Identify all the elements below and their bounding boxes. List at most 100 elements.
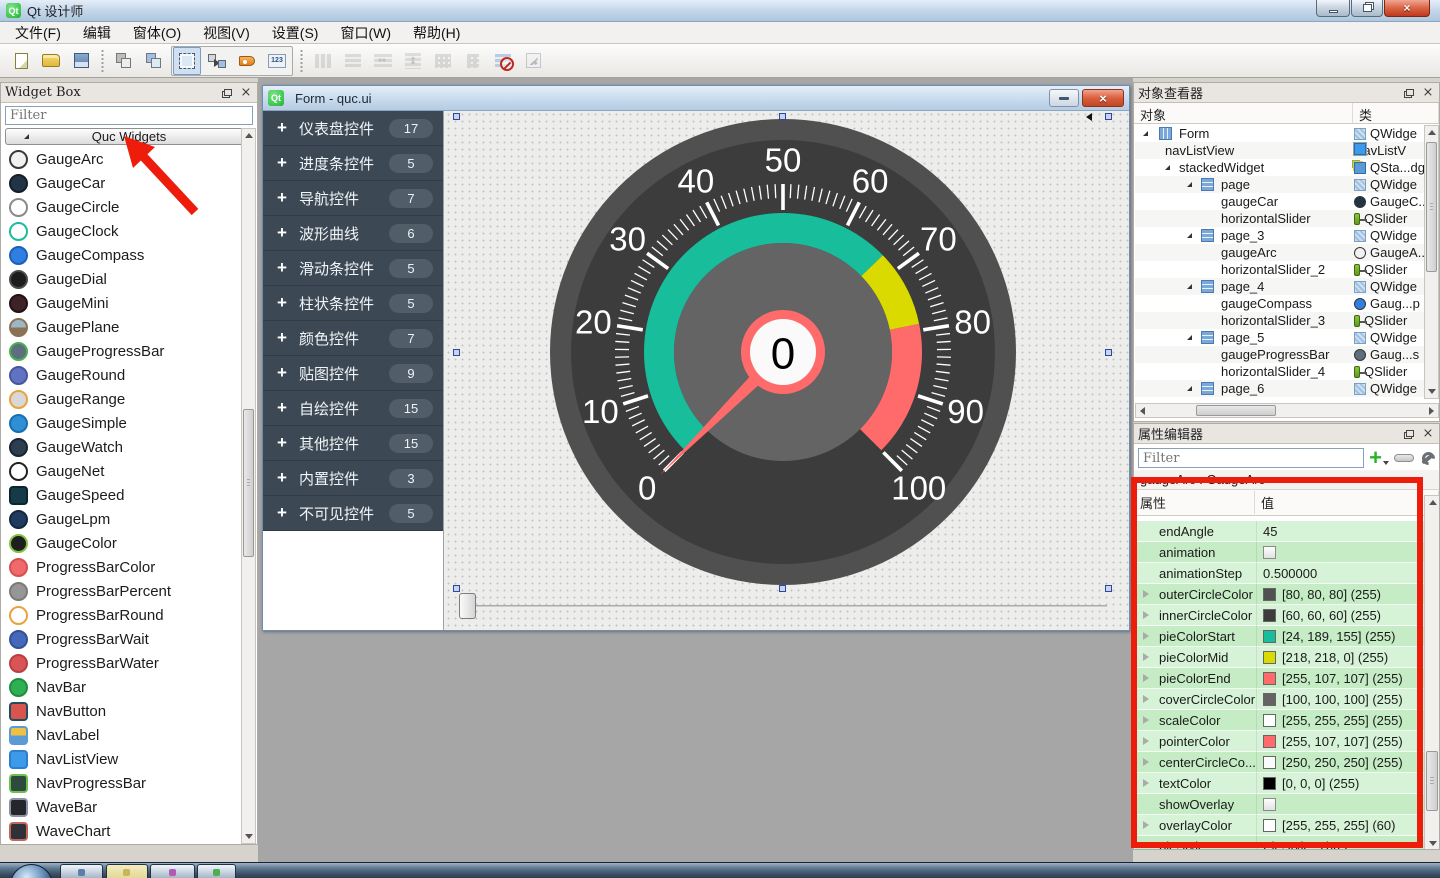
object-tree-vscrollbar[interactable] (1424, 125, 1439, 399)
scroll-down-icon[interactable] (1429, 841, 1437, 846)
selection-handle-8[interactable] (1105, 585, 1112, 592)
widget-item-progressbarpercent[interactable]: ProgressBarPercent (2, 579, 239, 603)
tree-expander-icon[interactable] (1143, 131, 1148, 136)
widget-item-navbutton[interactable]: NavButton (2, 699, 239, 723)
widget-list-scroll-handle[interactable] (243, 409, 254, 557)
nav-item-5[interactable]: +滑动条控件5 (263, 251, 443, 286)
widget-item-progressbarcolor[interactable]: ProgressBarColor (2, 555, 239, 579)
widget-item-gaugemini[interactable]: GaugeMini (2, 291, 239, 315)
object-inspector-close-button[interactable]: × (1421, 86, 1435, 99)
object-row-horizontalSlider_4[interactable]: horizontalSlider_4QSlider (1135, 363, 1424, 380)
widget-item-gaugesimple[interactable]: GaugeSimple (2, 411, 239, 435)
object-row-horizontalSlider_2[interactable]: horizontalSlider_2QSlider (1135, 261, 1424, 278)
widget-item-wavebar[interactable]: WaveBar (2, 795, 239, 819)
tree-expander-icon[interactable] (1187, 182, 1192, 187)
tree-expander-icon[interactable] (1187, 233, 1192, 238)
object-row-horizontalSlider_3[interactable]: horizontalSlider_3QSlider (1135, 312, 1424, 329)
object-row-gaugeProgressBar[interactable]: gaugeProgressBarGaug...s (1135, 346, 1424, 363)
nav-item-4[interactable]: +波形曲线6 (263, 216, 443, 251)
widget-item-navlistview[interactable]: NavListView (2, 747, 239, 771)
nav-item-7[interactable]: +颜色控件7 (263, 321, 443, 356)
object-tree-hscroll-handle[interactable] (1196, 405, 1276, 416)
close-button[interactable]: × (1384, 0, 1430, 17)
save-file-button[interactable] (67, 47, 95, 75)
nav-item-2[interactable]: +进度条控件5 (263, 146, 443, 181)
widget-item-gaugerange[interactable]: GaugeRange (2, 387, 239, 411)
nav-item-12[interactable]: +不可见控件5 (263, 496, 443, 531)
break-layout-button[interactable] (489, 47, 517, 75)
menu-item-1[interactable]: 文件(F) (4, 21, 72, 45)
edit-widgets-mode-button[interactable] (173, 47, 201, 75)
layout-horizontal-button[interactable] (309, 47, 337, 75)
add-dynamic-property-button[interactable]: + (1369, 451, 1389, 465)
tree-expander-icon[interactable] (1187, 386, 1192, 391)
object-row-page_4[interactable]: page_4QWidge (1135, 278, 1424, 295)
nav-item-9[interactable]: +自绘控件15 (263, 391, 443, 426)
scroll-up-icon[interactable] (1429, 500, 1437, 505)
widget-item-navprogressbar[interactable]: NavProgressBar (2, 771, 239, 795)
start-button[interactable] (10, 864, 53, 878)
object-row-stackedWidget[interactable]: stackedWidgetQSta...dg (1135, 159, 1424, 176)
property-editor-float-button[interactable] (1403, 427, 1417, 440)
scroll-left-icon[interactable] (1140, 407, 1145, 415)
selection-handle-1[interactable] (453, 113, 460, 120)
new-file-button[interactable] (7, 47, 35, 75)
selection-handle-4[interactable] (453, 349, 460, 356)
property-filter-input[interactable] (1138, 448, 1364, 468)
slider-groove[interactable] (463, 605, 1107, 608)
nav-item-3[interactable]: +导航控件7 (263, 181, 443, 216)
layout-split-vertical-button[interactable] (399, 47, 427, 75)
lower-widget-button[interactable] (110, 47, 138, 75)
widget-item-gaugedial[interactable]: GaugeDial (2, 267, 239, 291)
tree-expander-icon[interactable] (1187, 335, 1192, 340)
form-title-bar[interactable]: Qt Form - quc.ui × (263, 86, 1129, 111)
object-row-Form[interactable]: FormQWidge (1135, 125, 1424, 142)
slider-handle[interactable] (459, 593, 476, 619)
layout-vertical-button[interactable] (339, 47, 367, 75)
nav-item-11[interactable]: +内置控件3 (263, 461, 443, 496)
restore-button[interactable] (1351, 0, 1383, 17)
layout-grid-button[interactable] (429, 47, 457, 75)
property-scroll-handle[interactable] (1426, 751, 1438, 811)
widget-item-gaugewatch[interactable]: GaugeWatch (2, 435, 239, 459)
taskbar-app-1[interactable] (60, 864, 103, 878)
property-vscrollbar[interactable] (1424, 495, 1440, 850)
menu-item-6[interactable]: 窗口(W) (329, 21, 402, 45)
object-row-navListView[interactable]: navListViewNavListV (1135, 142, 1424, 159)
menu-item-7[interactable]: 帮助(H) (402, 21, 471, 45)
property-editor-close-button[interactable]: × (1421, 427, 1435, 440)
widget-item-progressbarwater[interactable]: ProgressBarWater (2, 651, 239, 675)
object-row-gaugeCar[interactable]: gaugeCarGaugeC... (1135, 193, 1424, 210)
selection-handle-3[interactable] (1105, 113, 1112, 120)
scroll-down-icon[interactable] (1428, 389, 1436, 394)
scroll-down-icon[interactable] (245, 834, 253, 839)
selection-handle-2[interactable] (779, 113, 786, 120)
gauge-arc-widget[interactable]: 01020304050607080901000 (550, 119, 1016, 585)
object-row-gaugeCompass[interactable]: gaugeCompassGaug...p (1135, 295, 1424, 312)
nav-item-1[interactable]: +仪表盘控件17 (263, 111, 443, 146)
nav-item-6[interactable]: +柱状条控件5 (263, 286, 443, 321)
selection-handle-6[interactable] (453, 585, 460, 592)
minimize-button[interactable] (1316, 0, 1350, 17)
edit-tab-order-button[interactable]: 123 (263, 47, 291, 75)
object-row-page[interactable]: pageQWidge (1135, 176, 1424, 193)
widget-item-progressbarwait[interactable]: ProgressBarWait (2, 627, 239, 651)
widget-item-gaugelpm[interactable]: GaugeLpm (2, 507, 239, 531)
column-object[interactable]: 对象 (1134, 103, 1353, 123)
widget-item-gaugespeed[interactable]: GaugeSpeed (2, 483, 239, 507)
edit-buddies-button[interactable] (233, 47, 261, 75)
widget-item-gaugeround[interactable]: GaugeRound (2, 363, 239, 387)
taskbar-app-4[interactable] (197, 864, 236, 878)
open-file-button[interactable] (37, 47, 65, 75)
object-inspector-float-button[interactable] (1403, 86, 1417, 99)
widget-item-navbar[interactable]: NavBar (2, 675, 239, 699)
object-row-page_3[interactable]: page_3QWidge (1135, 227, 1424, 244)
widget-box-float-button[interactable] (221, 86, 235, 99)
edit-signals-slots-button[interactable] (203, 47, 231, 75)
selection-handle-7[interactable] (779, 585, 786, 592)
adjust-size-button[interactable] (519, 47, 547, 75)
object-tree-hscrollbar[interactable] (1135, 403, 1439, 418)
remove-dynamic-property-button[interactable] (1394, 454, 1414, 462)
layout-split-horizontal-button[interactable] (369, 47, 397, 75)
widget-item-gaugeplane[interactable]: GaugePlane (2, 315, 239, 339)
